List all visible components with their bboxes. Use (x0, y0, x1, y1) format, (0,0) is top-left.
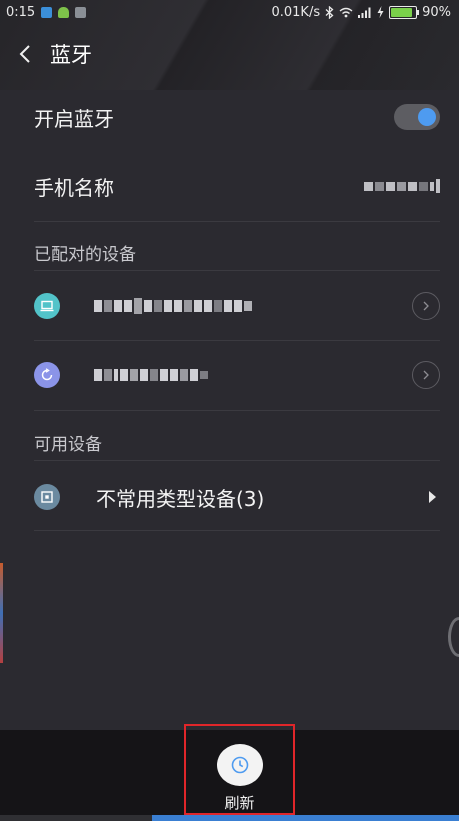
divider (34, 530, 440, 531)
bluetooth-toggle-row[interactable]: 开启蓝牙 (34, 96, 440, 138)
divider (34, 270, 440, 271)
device-square-icon (34, 484, 60, 510)
uncommon-devices-label: 不常用类型设备(3) (96, 486, 265, 511)
signal-icon (358, 7, 371, 18)
divider (34, 221, 440, 222)
device-name-row[interactable]: 手机名称 (34, 165, 440, 207)
refresh-label: 刷新 (224, 794, 255, 812)
paired-device-name-redacted (94, 298, 252, 314)
bluetooth-switch[interactable] (394, 104, 440, 130)
page-title: 蓝牙 (50, 43, 92, 67)
divider (34, 460, 440, 461)
chevron-right-icon (423, 370, 429, 380)
paired-device-row[interactable] (34, 284, 440, 328)
edge-decoration (0, 563, 3, 663)
status-bar: 0:15 0.01K/s 90% (0, 0, 459, 24)
refresh-button[interactable]: 刷新 (184, 724, 295, 815)
header: 蓝牙 (0, 24, 459, 84)
battery-percent: 90% (422, 4, 451, 20)
charging-icon (377, 6, 384, 18)
floating-ball-icon[interactable] (448, 617, 459, 657)
android-icon (58, 6, 70, 18)
paired-device-name-redacted (94, 369, 208, 381)
back-button[interactable] (14, 43, 36, 65)
bluetooth-icon (325, 5, 334, 19)
switch-knob (418, 108, 436, 126)
divider (34, 410, 440, 411)
wifi-icon (339, 7, 353, 17)
battery-icon (389, 5, 420, 19)
status-time: 0:15 (6, 4, 36, 20)
nav-strip-accent (152, 815, 459, 821)
divider (34, 340, 440, 341)
available-section-label: 可用设备 (34, 435, 102, 455)
bluetooth-toggle-label: 开启蓝牙 (34, 106, 114, 131)
device-details-button[interactable] (412, 361, 440, 389)
laptop-icon (34, 293, 60, 319)
device-details-button[interactable] (412, 292, 440, 320)
notify-gray-icon (75, 6, 87, 18)
device-name-value-redacted (364, 179, 440, 193)
sync-icon (34, 362, 60, 388)
paired-section-label: 已配对的设备 (34, 245, 136, 265)
chevron-right-icon (423, 301, 429, 311)
expand-arrow-icon (429, 491, 436, 503)
notify-blue-icon (41, 6, 53, 18)
uncommon-devices-row[interactable]: 不常用类型设备(3) (34, 474, 440, 520)
net-speed: 0.01K/s (271, 4, 321, 20)
chevron-left-icon (19, 45, 30, 63)
clock-refresh-icon (231, 756, 248, 774)
device-name-label: 手机名称 (34, 175, 114, 200)
refresh-icon-circle (216, 744, 263, 786)
paired-device-row[interactable] (34, 353, 440, 397)
